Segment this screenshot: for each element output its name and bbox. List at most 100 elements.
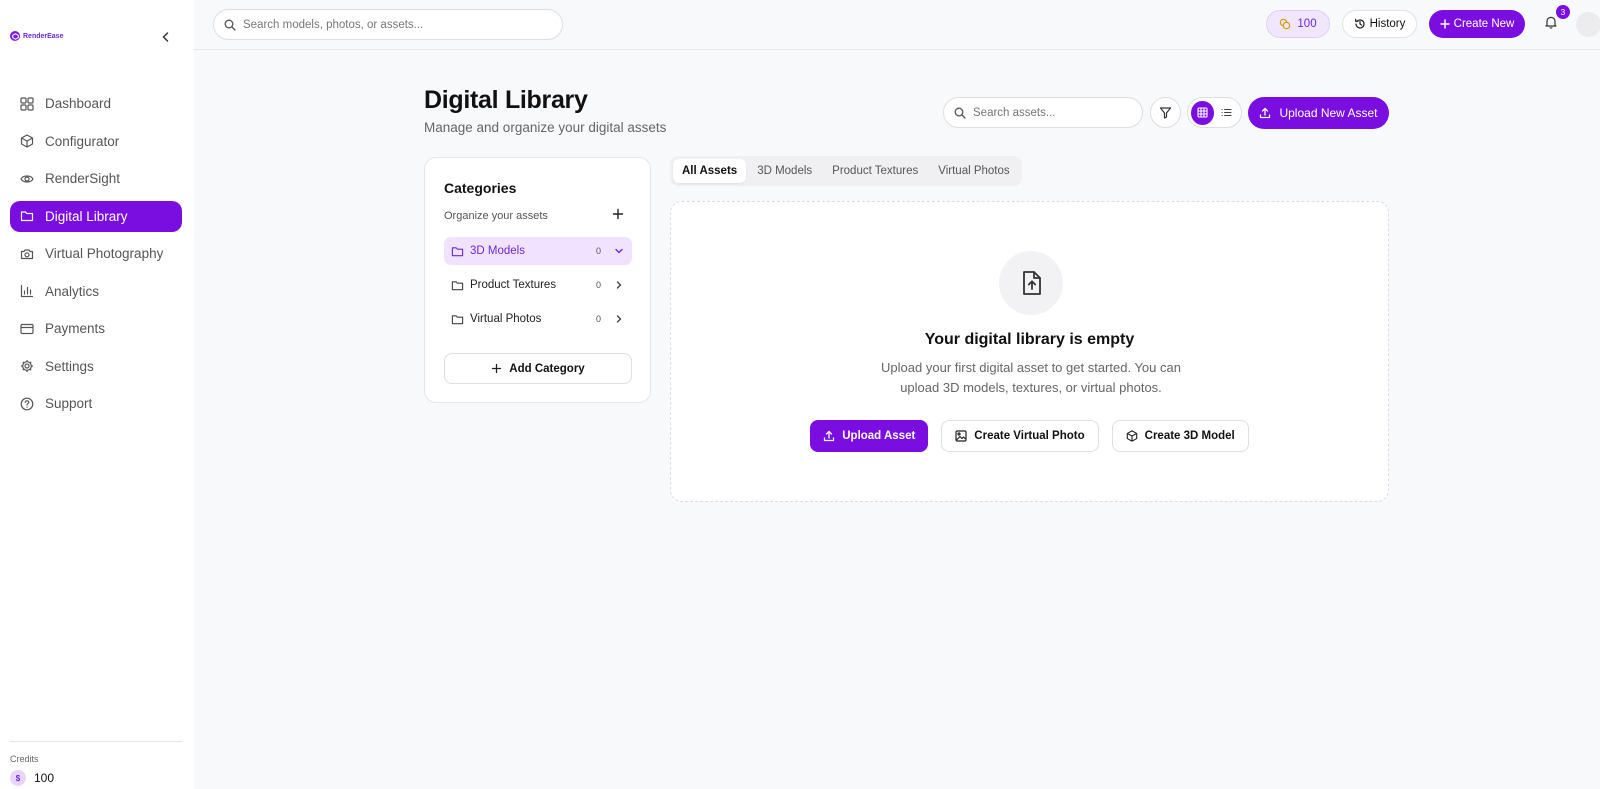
search-icon xyxy=(954,107,966,119)
dollar-icon: $ xyxy=(10,770,26,786)
categories-title: Categories xyxy=(444,180,517,196)
global-search[interactable] xyxy=(213,9,563,40)
plus-icon xyxy=(1439,19,1450,29)
upload-asset-button[interactable]: Upload Asset xyxy=(810,420,929,452)
upload-icon xyxy=(1260,107,1271,119)
sidebar-item-label: Dashboard xyxy=(45,96,112,111)
categories-subtitle: Organize your assets xyxy=(444,210,548,222)
sidebar-item-label: Support xyxy=(45,396,93,411)
credits-count: 100 xyxy=(1297,18,1317,30)
tab-3d-models[interactable]: 3D Models xyxy=(748,159,821,183)
tab-product-textures[interactable]: Product Textures xyxy=(823,159,927,183)
upload-new-asset-label: Upload New Asset xyxy=(1279,106,1378,120)
category-item-virtual-photos[interactable]: Virtual Photos 0 xyxy=(444,305,632,333)
chevron-right-icon xyxy=(616,281,622,289)
category-name: Product Textures xyxy=(470,279,557,291)
view-toggle xyxy=(1187,97,1242,128)
plus-icon xyxy=(492,363,502,374)
credits-value: 100 xyxy=(34,771,55,785)
grid-icon xyxy=(20,96,34,111)
asset-search[interactable] xyxy=(943,97,1143,128)
sidebar-nav: Dashboard Configurator RenderSight Digit… xyxy=(10,88,182,426)
sidebar-item-settings[interactable]: Settings xyxy=(10,351,182,382)
add-category-button[interactable]: Add Category xyxy=(444,353,632,384)
upload-new-asset-button[interactable]: Upload New Asset xyxy=(1248,97,1389,129)
upload-asset-label: Upload Asset xyxy=(842,430,916,442)
sidebar-item-label: Virtual Photography xyxy=(45,246,164,261)
brand-logo[interactable]: RenderEase xyxy=(10,31,63,41)
create-virtual-photo-label: Create Virtual Photo xyxy=(974,430,1085,442)
sidebar-item-configurator[interactable]: Configurator xyxy=(10,126,182,157)
cube-icon xyxy=(1126,430,1137,442)
eye-icon xyxy=(20,174,34,183)
sidebar: RenderEase Dashboard Configurator Render… xyxy=(0,0,194,789)
chevron-left-icon xyxy=(162,32,169,42)
category-item-3d-models[interactable]: 3D Models 0 xyxy=(444,237,632,265)
sidebar-item-digital-library[interactable]: Digital Library xyxy=(10,200,182,232)
grid-view-button[interactable] xyxy=(1191,100,1214,125)
credits-label: Credits xyxy=(10,754,39,764)
collapse-sidebar-button[interactable] xyxy=(158,29,174,45)
gear-icon xyxy=(21,360,33,372)
image-icon xyxy=(955,430,967,442)
tab-virtual-photos[interactable]: Virtual Photos xyxy=(929,159,1018,183)
credits-pill[interactable]: 100 xyxy=(1266,10,1330,38)
history-icon xyxy=(1354,18,1365,29)
bar-chart-icon xyxy=(20,284,34,298)
file-upload-icon xyxy=(999,251,1063,315)
asset-tabs: All Assets 3D Models Product Textures Vi… xyxy=(670,156,1022,186)
sidebar-item-label: Settings xyxy=(45,358,94,374)
sidebar-item-payments[interactable]: Payments xyxy=(10,313,182,344)
create-3d-model-button[interactable]: Create 3D Model xyxy=(1111,420,1249,452)
category-count: 0 xyxy=(596,280,602,290)
global-search-input[interactable] xyxy=(243,18,543,31)
filter-button[interactable] xyxy=(1150,97,1181,128)
category-count: 0 xyxy=(596,314,602,324)
folder-icon xyxy=(20,211,34,222)
add-category-label: Add Category xyxy=(509,362,585,375)
sidebar-item-rendersight[interactable]: RenderSight xyxy=(10,163,182,194)
category-name: Virtual Photos xyxy=(470,313,542,325)
list-view-icon xyxy=(1221,108,1232,117)
history-button[interactable]: History xyxy=(1342,10,1417,38)
list-view-button[interactable] xyxy=(1216,101,1239,125)
avatar[interactable] xyxy=(1576,12,1600,37)
sidebar-item-dashboard[interactable]: Dashboard xyxy=(10,88,182,119)
upload-icon xyxy=(824,430,835,442)
filter-icon xyxy=(1159,107,1172,119)
page-subtitle: Manage and organize your digital assets xyxy=(424,120,667,135)
categories-panel: Categories Organize your assets 3D Model… xyxy=(424,157,651,403)
help-circle-icon xyxy=(20,397,34,410)
cube-icon xyxy=(20,134,34,148)
category-name: 3D Models xyxy=(470,245,525,257)
sidebar-item-virtual-photography[interactable]: Virtual Photography xyxy=(10,238,182,269)
create-3d-model-label: Create 3D Model xyxy=(1144,430,1235,442)
folder-icon xyxy=(451,246,464,256)
top-bar: 100 History Create New 3 xyxy=(194,0,1600,50)
folder-icon xyxy=(451,314,464,324)
empty-state-title: Your digital library is empty xyxy=(924,331,1135,348)
chevron-down-icon xyxy=(615,248,623,254)
folder-icon xyxy=(451,280,464,290)
category-count: 0 xyxy=(596,246,602,256)
chevron-right-icon xyxy=(616,315,622,323)
category-list: 3D Models 0 Product Textures 0 Virtual P… xyxy=(444,237,632,339)
credits-panel: Credits $ 100 xyxy=(10,741,182,786)
asset-search-input[interactable] xyxy=(973,106,1133,119)
brand-name: RenderEase xyxy=(23,32,64,40)
sidebar-item-label: Configurator xyxy=(45,133,120,149)
create-virtual-photo-button[interactable]: Create Virtual Photo xyxy=(941,420,1099,452)
add-category-plus-icon[interactable] xyxy=(611,207,625,221)
coins-icon xyxy=(1280,18,1291,30)
sidebar-item-support[interactable]: Support xyxy=(10,388,182,419)
sidebar-item-label: Payments xyxy=(45,321,106,336)
empty-state-actions: Upload Asset Create Virtual Photo Create… xyxy=(671,420,1388,452)
page-title: Digital Library xyxy=(424,86,588,114)
sidebar-item-analytics[interactable]: Analytics xyxy=(10,276,182,307)
create-new-label: Create New xyxy=(1453,18,1515,30)
category-item-product-textures[interactable]: Product Textures 0 xyxy=(444,271,632,299)
empty-state-description: Upload your first digital asset to get s… xyxy=(881,360,1181,395)
create-new-button[interactable]: Create New xyxy=(1429,10,1525,38)
tab-all-assets[interactable]: All Assets xyxy=(673,159,747,183)
sidebar-item-label: Digital Library xyxy=(45,208,128,224)
